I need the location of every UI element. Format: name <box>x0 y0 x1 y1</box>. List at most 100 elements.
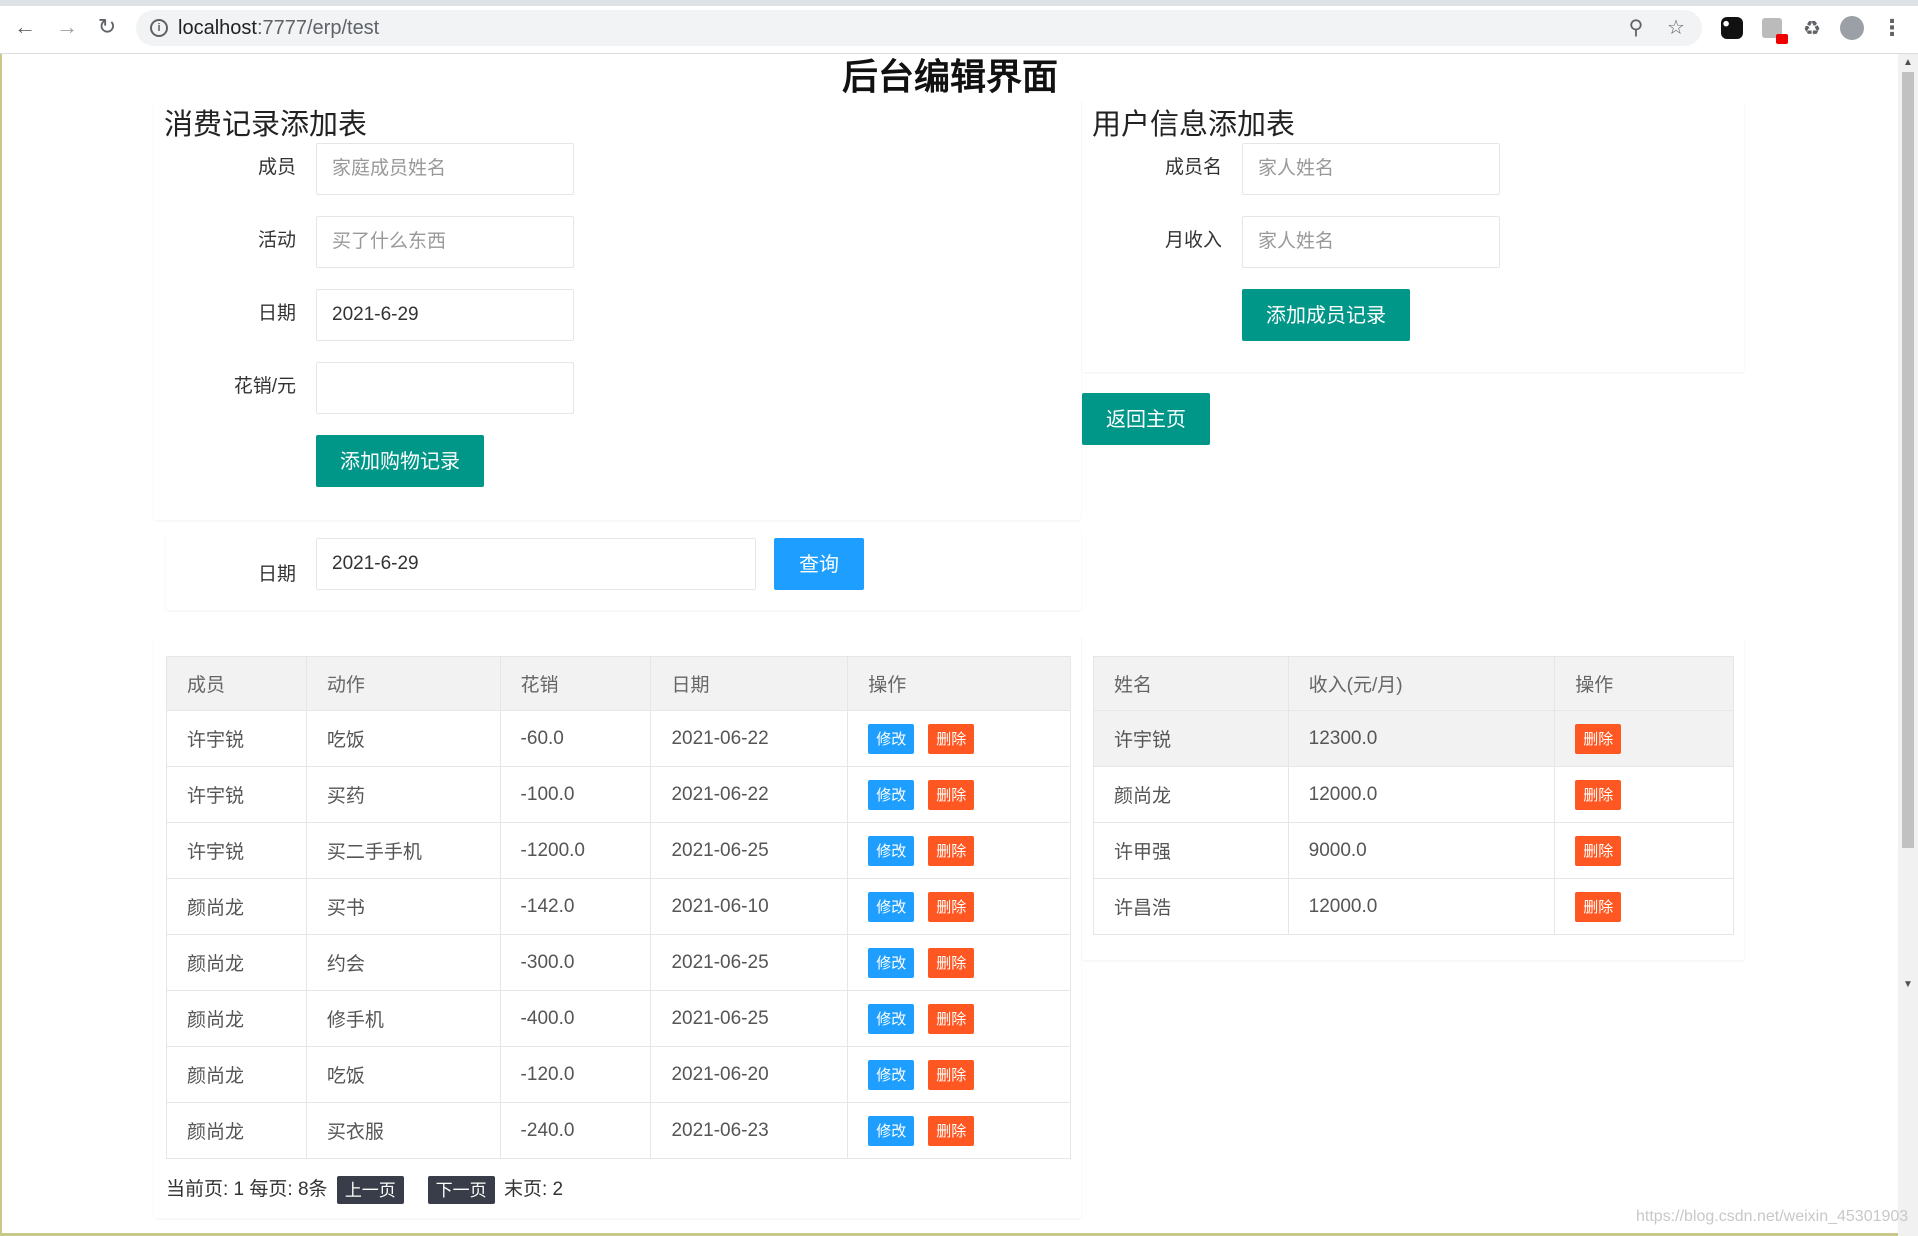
extensions-puzzle-icon[interactable]: ♻ <box>1800 16 1824 40</box>
date-input[interactable] <box>316 289 574 341</box>
cell-user-operations: 删除 <box>1554 710 1734 767</box>
cell-date: 2021-06-22 <box>650 710 849 767</box>
next-page-button[interactable]: 下一页 <box>427 1176 495 1204</box>
edit-button[interactable]: 修改 <box>868 1115 915 1146</box>
cell-action: 买二手手机 <box>305 822 501 879</box>
menu-dots-icon[interactable]: ⋮ <box>1880 15 1904 40</box>
delete-button[interactable]: 删除 <box>928 1003 975 1034</box>
cell-operations: 修改 删除 <box>847 1046 1071 1103</box>
profile-avatar-icon[interactable] <box>1840 16 1864 40</box>
delete-user-button[interactable]: 删除 <box>1575 835 1622 866</box>
records-header-row: 成员 动作 花销 日期 操作 <box>166 656 1071 711</box>
delete-button[interactable]: 删除 <box>928 1115 975 1146</box>
add-purchase-button[interactable]: 添加购物记录 <box>316 435 484 487</box>
cost-input[interactable] <box>316 362 574 414</box>
cell-date: 2021-06-25 <box>650 990 849 1047</box>
tab-strip <box>0 0 1918 6</box>
extension-tiktok-icon[interactable]: ⚫ <box>1720 16 1744 40</box>
cell-member: 颜尚龙 <box>166 1046 307 1103</box>
query-date-input[interactable] <box>316 538 756 590</box>
cell-name: 许宇锐 <box>1093 710 1289 767</box>
delete-user-button[interactable]: 删除 <box>1575 723 1622 754</box>
cell-user-operations: 删除 <box>1554 766 1734 823</box>
col-income: 收入(元/月) <box>1287 656 1556 711</box>
cell-date: 2021-06-25 <box>650 934 849 991</box>
browser-toolbar: ← → ↻ i localhost:7777/erp/test ⚲ ☆ ⚫ ♻ … <box>0 0 1918 54</box>
table-row: 许宇锐 买二手手机 -1200.0 2021-06-25 修改 删除 <box>166 822 1071 879</box>
cell-income: 12000.0 <box>1287 878 1556 935</box>
scroll-thumb[interactable] <box>1902 72 1914 848</box>
cell-operations: 修改 删除 <box>847 1102 1071 1159</box>
table-row: 许昌浩 12000.0 删除 <box>1093 878 1734 935</box>
url-text: localhost:7777/erp/test <box>178 17 379 40</box>
cell-name: 许甲强 <box>1093 822 1289 879</box>
delete-user-button[interactable]: 删除 <box>1575 891 1622 922</box>
forward-arrow-icon[interactable]: → <box>54 14 80 40</box>
prev-page-button[interactable]: 上一页 <box>336 1176 404 1204</box>
tiktok-logo-icon: ⚫ <box>1721 17 1743 39</box>
page-scrollbar[interactable]: ▲ ▼ <box>1898 54 1918 1236</box>
scroll-down-arrow-icon[interactable]: ▼ <box>1903 980 1913 990</box>
cell-member: 颜尚龙 <box>166 934 307 991</box>
users-table: 姓名 收入(元/月) 操作 许宇锐 12300.0 删除 颜尚龙 12000.0 删除 许甲… <box>1093 656 1734 935</box>
user-name-input[interactable] <box>1242 143 1500 195</box>
reload-icon[interactable]: ↻ <box>94 14 120 40</box>
table-row: 颜尚龙 修手机 -400.0 2021-06-25 修改 删除 <box>166 990 1071 1047</box>
delete-button[interactable]: 删除 <box>928 891 975 922</box>
back-arrow-icon[interactable]: ← <box>12 14 38 40</box>
zoom-icon[interactable]: ⚲ <box>1626 18 1646 38</box>
cell-cost: -1200.0 <box>499 822 652 879</box>
cell-date: 2021-06-23 <box>650 1102 849 1159</box>
address-bar[interactable]: i localhost:7777/erp/test ⚲ ☆ <box>136 10 1702 46</box>
col-action: 动作 <box>305 656 501 711</box>
cell-cost: -400.0 <box>499 990 652 1047</box>
cell-income: 9000.0 <box>1287 822 1556 879</box>
edit-button[interactable]: 修改 <box>868 1059 915 1090</box>
edit-button[interactable]: 修改 <box>868 723 915 754</box>
add-member-button[interactable]: 添加成员记录 <box>1242 289 1410 341</box>
table-row: 许宇锐 买药 -100.0 2021-06-22 修改 删除 <box>166 766 1071 823</box>
delete-user-button[interactable]: 删除 <box>1575 779 1622 810</box>
cell-date: 2021-06-25 <box>650 822 849 879</box>
page-frame-left <box>0 54 2 1236</box>
col-operations: 操作 <box>847 656 1071 711</box>
delete-button[interactable]: 删除 <box>928 835 975 866</box>
bookmark-star-icon[interactable]: ☆ <box>1666 18 1686 38</box>
cell-cost: -100.0 <box>499 766 652 823</box>
monthly-income-label: 月收入 <box>1164 230 1222 251</box>
watermark: https://blog.csdn.net/weixin_45301903 <box>1636 1208 1909 1225</box>
back-home-button[interactable]: 返回主页 <box>1082 393 1210 445</box>
col-member: 成员 <box>166 656 307 711</box>
member-input[interactable] <box>316 143 574 195</box>
edit-button[interactable]: 修改 <box>868 835 915 866</box>
table-row: 颜尚龙 买书 -142.0 2021-06-10 修改 删除 <box>166 878 1071 935</box>
site-info-icon[interactable]: i <box>150 19 168 37</box>
delete-button[interactable]: 删除 <box>928 723 975 754</box>
delete-button[interactable]: 删除 <box>928 1059 975 1090</box>
users-header-row: 姓名 收入(元/月) 操作 <box>1093 656 1734 711</box>
cell-cost: -240.0 <box>499 1102 652 1159</box>
scroll-up-arrow-icon[interactable]: ▲ <box>1903 58 1913 68</box>
cell-member: 颜尚龙 <box>166 990 307 1047</box>
activity-input[interactable] <box>316 216 574 268</box>
extension-grid-icon[interactable] <box>1760 16 1788 44</box>
edit-button[interactable]: 修改 <box>868 891 915 922</box>
cell-cost: -300.0 <box>499 934 652 991</box>
cell-operations: 修改 删除 <box>847 822 1071 879</box>
records-table: 成员 动作 花销 日期 操作 许宇锐 吃饭 -60.0 2021-06-22 修改 删除许… <box>166 656 1071 1159</box>
consumption-form-card: 消费记录添加表 成员 活动 日期 花销/元 添加购物记录 <box>154 100 1081 520</box>
cell-action: 约会 <box>305 934 501 991</box>
edit-button[interactable]: 修改 <box>868 1003 915 1034</box>
monthly-income-input[interactable] <box>1242 216 1500 268</box>
query-button[interactable]: 查询 <box>774 538 864 590</box>
delete-button[interactable]: 删除 <box>928 947 975 978</box>
pager-current: 当前页: 1 每页: 8条 <box>166 1179 328 1201</box>
cell-operations: 修改 删除 <box>847 934 1071 991</box>
activity-label: 活动 <box>257 230 296 251</box>
query-date-label: 日期 <box>257 564 296 585</box>
edit-button[interactable]: 修改 <box>868 779 915 810</box>
delete-button[interactable]: 删除 <box>928 779 975 810</box>
edit-button[interactable]: 修改 <box>868 947 915 978</box>
cell-cost: -142.0 <box>499 878 652 935</box>
col-date: 日期 <box>650 656 849 711</box>
